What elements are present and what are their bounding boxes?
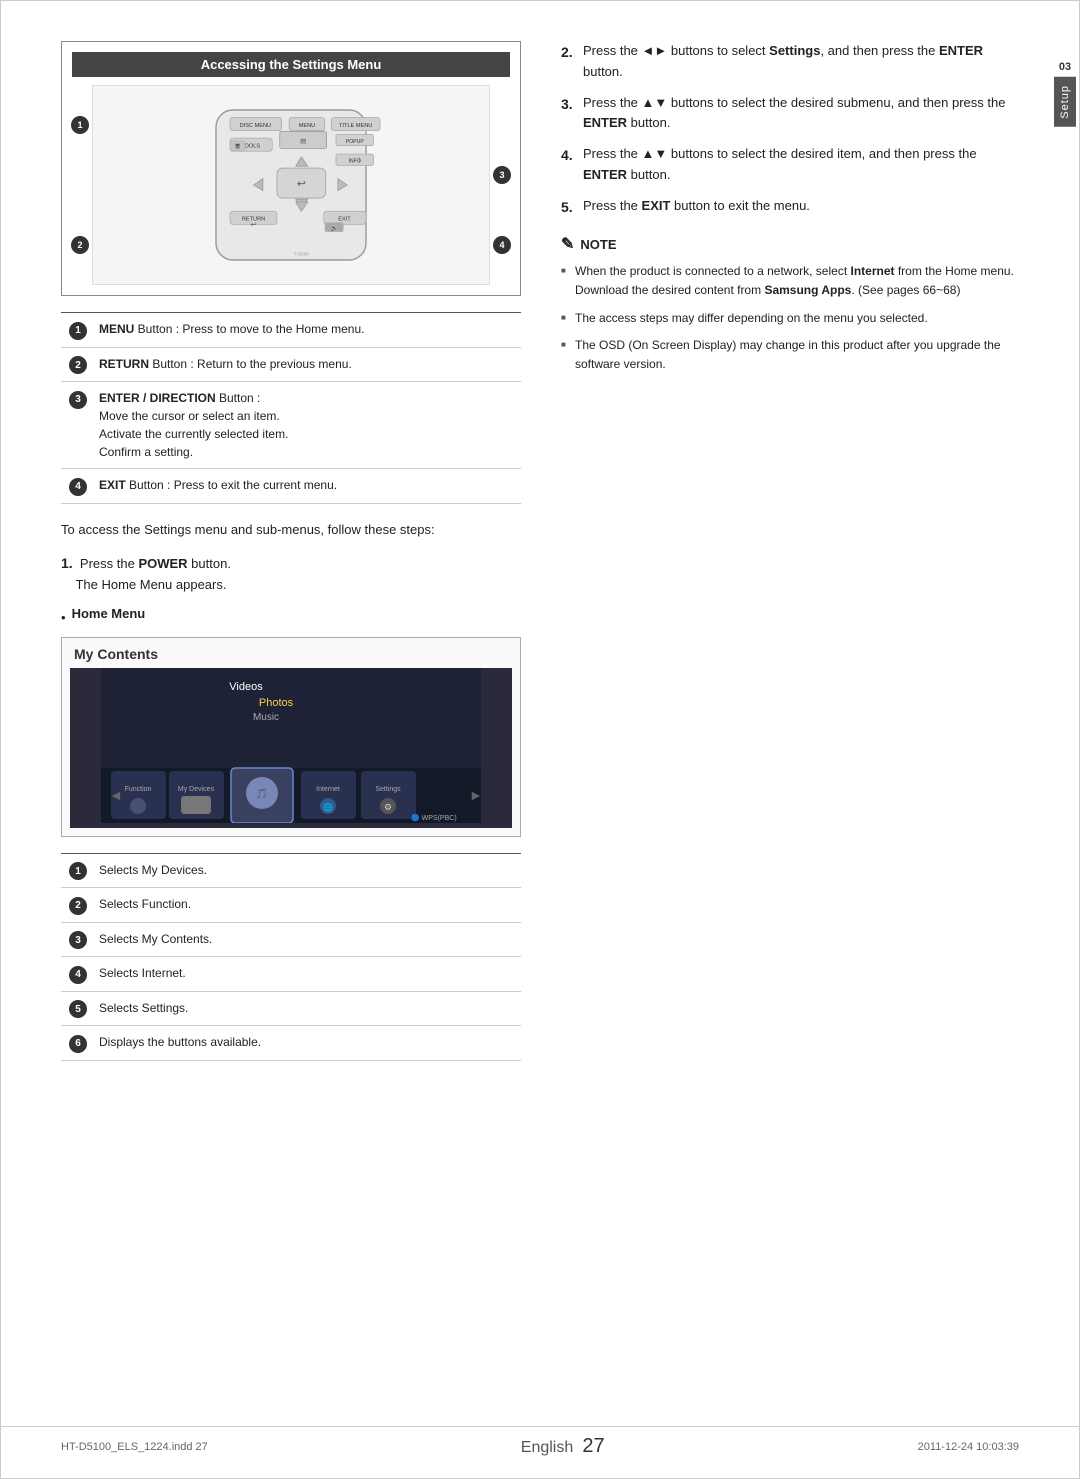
legend-text-3: ENTER / DIRECTION Button : Move the curs… (91, 382, 521, 469)
legend-row-1: 1 MENU Button : Press to move to the Hom… (61, 313, 521, 348)
home-legend-num-4: 4 (69, 966, 87, 984)
svg-text:↩: ↩ (297, 179, 306, 190)
footer-page: English 27 (521, 1435, 605, 1458)
home-legend-text-1: Selects My Devices. (91, 853, 521, 888)
step-4: 4. Press the ▲▼ buttons to select the de… (561, 144, 1019, 186)
note-list: When the product is connected to a netwo… (561, 262, 1019, 374)
my-contents-screen: 3 4 5 6 1 2 (70, 668, 512, 828)
svg-text:POPUP: POPUP (346, 139, 365, 145)
home-legend-num-1: 1 (69, 862, 87, 880)
home-legend-text-5: Selects Settings. (91, 991, 521, 1026)
footer-right: 2011-12-24 10:03:39 (918, 1441, 1019, 1453)
home-menu-label: Home Menu (72, 606, 146, 621)
note-item-1: When the product is connected to a netwo… (561, 262, 1019, 300)
remote-legend-table: 1 MENU Button : Press to move to the Hom… (61, 312, 521, 504)
svg-text:T-D500: T-D500 (294, 251, 310, 256)
svg-text:↩: ↩ (250, 220, 257, 229)
legend-row-2: 2 RETURN Button : Return to the previous… (61, 347, 521, 382)
home-legend-row-5: 5 Selects Settings. (61, 991, 521, 1026)
my-contents-svg: Videos Photos Music Function My Devices (70, 668, 512, 823)
home-legend-text-4: Selects Internet. (91, 957, 521, 992)
svg-text:TITLE MENU: TITLE MENU (339, 123, 372, 129)
english-label: English (521, 1439, 573, 1456)
note-section: ✎ NOTE When the product is connected to … (561, 234, 1019, 374)
remote-svg: DISC MENU MENU TITLE MENU POPUP ▤ (141, 95, 441, 275)
svg-text:Photos: Photos (259, 697, 294, 709)
home-legend-row-1: 1 Selects My Devices. (61, 853, 521, 888)
home-legend-text-6: Displays the buttons available. (91, 1026, 521, 1061)
remote-title: Accessing the Settings Menu (72, 52, 510, 77)
legend-text-1: MENU Button : Press to move to the Home … (91, 313, 521, 348)
svg-text:◄: ◄ (109, 787, 123, 803)
legend-num-3: 3 (69, 391, 87, 409)
annotation-4: 4 (493, 236, 511, 254)
step-2: 2. Press the ◄► buttons to select Settin… (561, 41, 1019, 83)
svg-text:🌐: 🌐 (323, 802, 333, 812)
svg-text:Music: Music (253, 712, 279, 723)
bullet-home-menu: • (61, 610, 66, 625)
note-icon: ✎ (561, 234, 574, 254)
steps-list: 2. Press the ◄► buttons to select Settin… (561, 41, 1019, 218)
annotation-3: 3 (493, 166, 511, 184)
svg-text:Videos: Videos (229, 681, 263, 693)
intro-text: To access the Settings menu and sub-menu… (61, 520, 521, 541)
page-number: 27 (582, 1435, 604, 1457)
note-item-3: The OSD (On Screen Display) may change i… (561, 336, 1019, 374)
right-column: 2. Press the ◄► buttons to select Settin… (561, 41, 1019, 1077)
svg-text:►: ► (469, 787, 483, 803)
main-content: Accessing the Settings Menu 1 2 3 4 (61, 41, 1019, 1077)
home-legend-num-3: 3 (69, 931, 87, 949)
step-1: 1. Press the POWER button. The Home Menu… (61, 552, 521, 596)
legend-num-2: 2 (69, 356, 87, 374)
note-item-2: The access steps may differ depending on… (561, 309, 1019, 328)
footer-left: HT-D5100_ELS_1224.indd 27 (61, 1441, 208, 1453)
home-legend-num-2: 2 (69, 897, 87, 915)
home-legend-text-2: Selects Function. (91, 888, 521, 923)
home-legend-num-5: 5 (69, 1000, 87, 1018)
my-contents-box: My Contents 3 4 5 6 (61, 637, 521, 837)
svg-text:🔵 WPS(PBC): 🔵 WPS(PBC) (411, 813, 457, 822)
page-container: 03 Setup Accessing the Settings Menu 1 2 (0, 0, 1080, 1479)
svg-text:MENU: MENU (299, 123, 316, 129)
legend-num-4: 4 (69, 478, 87, 496)
legend-text-4: EXIT Button : Press to exit the current … (91, 469, 521, 504)
svg-text:🖥: 🖥 (235, 144, 241, 149)
annotation-1: 1 (71, 116, 89, 134)
svg-text:🎵: 🎵 (256, 788, 268, 800)
note-header: ✎ NOTE (561, 234, 1019, 254)
step-3: 3. Press the ▲▼ buttons to select the de… (561, 93, 1019, 135)
svg-text:Settings: Settings (375, 786, 401, 793)
annotation-2: 2 (71, 236, 89, 254)
legend-num-1: 1 (69, 322, 87, 340)
home-legend-num-6: 6 (69, 1035, 87, 1053)
left-column: Accessing the Settings Menu 1 2 3 4 (61, 41, 521, 1077)
side-tab-label: Setup (1054, 77, 1076, 127)
side-tab-number: 03 (1059, 61, 1071, 73)
home-legend-row-3: 3 Selects My Contents. (61, 922, 521, 957)
remote-diagram: 1 2 3 4 DI (92, 85, 490, 285)
side-tab: 03 Setup (1051, 61, 1079, 127)
page-footer: HT-D5100_ELS_1224.indd 27 English 27 201… (1, 1426, 1079, 1458)
svg-text:Internet: Internet (316, 786, 340, 793)
my-contents-title: My Contents (70, 646, 512, 662)
home-menu-label-row: • Home Menu (61, 606, 521, 629)
svg-text:EXIT: EXIT (338, 217, 351, 223)
home-legend-row-2: 2 Selects Function. (61, 888, 521, 923)
home-menu-legend-table: 1 Selects My Devices. 2 Selects Function… (61, 853, 521, 1061)
svg-text:🔊: 🔊 (331, 224, 338, 232)
svg-text:DISC MENU: DISC MENU (240, 123, 271, 129)
note-title: NOTE (580, 237, 616, 252)
home-legend-row-4: 4 Selects Internet. (61, 957, 521, 992)
legend-text-2: RETURN Button : Return to the previous m… (91, 347, 521, 382)
svg-text:▤: ▤ (300, 138, 306, 145)
legend-row-3: 3 ENTER / DIRECTION Button : Move the cu… (61, 382, 521, 469)
svg-text:Function: Function (125, 786, 152, 793)
home-legend-text-3: Selects My Contents. (91, 922, 521, 957)
remote-control-box: Accessing the Settings Menu 1 2 3 4 (61, 41, 521, 296)
home-legend-row-6: 6 Displays the buttons available. (61, 1026, 521, 1061)
svg-text:⚙: ⚙ (384, 802, 392, 812)
step-5: 5. Press the EXIT button to exit the men… (561, 196, 1019, 218)
legend-row-4: 4 EXIT Button : Press to exit the curren… (61, 469, 521, 504)
svg-text:My Devices: My Devices (178, 786, 215, 793)
